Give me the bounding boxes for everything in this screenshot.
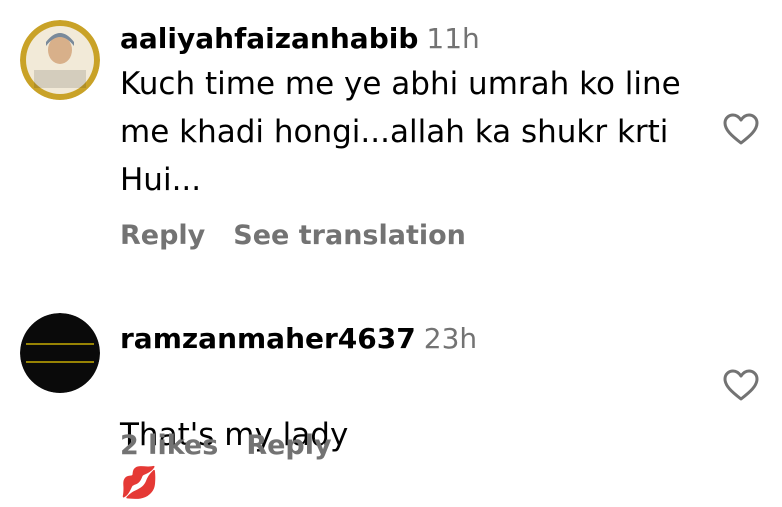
avatar[interactable]: [20, 20, 100, 100]
comment-actions: Reply See translation: [120, 220, 494, 251]
comment-text: Kuch time me ye abhi umrah ko line me kh…: [120, 66, 681, 198]
reply-button[interactable]: Reply: [246, 430, 331, 461]
comment-timestamp: 23h: [423, 322, 478, 355]
comment-item: ramzanmaher4637 23h That's my lady 💋 2 li…: [0, 290, 782, 501]
likes-count[interactable]: 2 likes: [120, 430, 218, 461]
avatar-image: [20, 20, 100, 100]
avatar-image: [20, 313, 100, 393]
comment-username[interactable]: aaliyahfaizanhabib 11h: [120, 22, 480, 55]
comment-timestamp: 11h: [426, 22, 480, 55]
see-translation-button[interactable]: See translation: [233, 220, 466, 251]
avatar[interactable]: [20, 313, 100, 393]
heart-outline-icon[interactable]: [722, 368, 760, 402]
username-text[interactable]: ramzanmaher4637: [120, 322, 416, 355]
comment-username[interactable]: ramzanmaher4637 23h: [120, 322, 477, 355]
comment-actions: 2 likes Reply: [120, 430, 360, 461]
kiss-mark-emoji: 💋: [120, 465, 159, 501]
comment-item: aaliyahfaizanhabib 11h Kuch time me ye ab…: [0, 0, 782, 290]
username-text[interactable]: aaliyahfaizanhabib: [120, 22, 418, 55]
reply-button[interactable]: Reply: [120, 220, 205, 251]
heart-outline-icon[interactable]: [722, 112, 760, 146]
